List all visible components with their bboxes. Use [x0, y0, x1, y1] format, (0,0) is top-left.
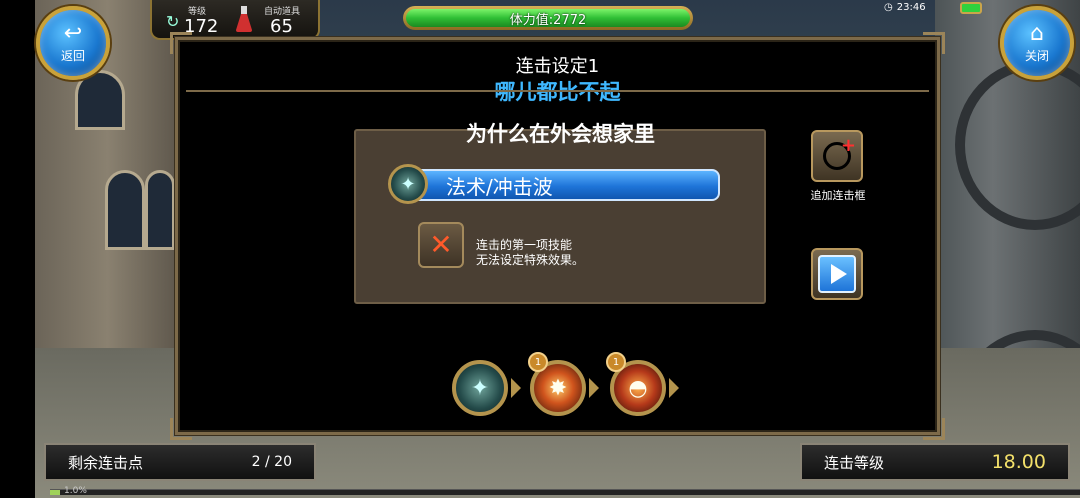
auto-item-value: 65	[270, 16, 293, 37]
chain-badge: 1	[528, 352, 548, 372]
close-button[interactable]: ⌂ 关闭	[1000, 6, 1074, 80]
screen-edge	[0, 0, 35, 498]
close-x-icon: ✕	[429, 228, 453, 261]
remaining-points-label: 剩余连击点	[68, 453, 144, 472]
frame-corner	[923, 32, 945, 54]
clock: ◷ 23:46	[884, 0, 944, 14]
remaining-combo-points: 剩余连击点 2 / 20	[44, 443, 316, 481]
mage-skill-icon: ✦	[388, 164, 428, 204]
building-window	[75, 70, 125, 130]
clock-icon: ◷	[884, 1, 893, 13]
combo-detail-panel	[354, 129, 766, 304]
skill-name-button[interactable]: 法术/冲击波	[410, 169, 720, 201]
chain-slot-mage-skill-icon[interactable]: ✦	[452, 360, 508, 416]
combo-level-box: 连击等级 18.00	[800, 443, 1070, 481]
building-window	[145, 170, 175, 250]
stamina-text: 体力值:2772	[406, 9, 690, 28]
chain-badge: 1	[606, 352, 626, 372]
potion-icon	[236, 6, 252, 32]
skill-selector[interactable]: ✦ 法术/冲击波	[388, 164, 720, 204]
dialog-title: 连击设定1	[515, 56, 600, 77]
frame-corner	[923, 418, 945, 440]
back-button[interactable]: ↩ 返回	[36, 6, 110, 80]
chain-arrow-icon	[589, 378, 599, 398]
first-skill-note: 连击的第一项技能 无法设定特殊效果。	[476, 238, 584, 268]
stone-arch	[955, 60, 1080, 230]
chain-arrow-icon	[511, 378, 521, 398]
play-icon	[818, 255, 856, 293]
stamina-bar: 体力值:2772	[403, 6, 693, 30]
effect-disabled-button[interactable]: ✕	[418, 222, 464, 268]
experience-fill	[50, 490, 61, 495]
experience-bar	[50, 489, 1080, 495]
combo-level-value: 18.00	[991, 451, 1046, 473]
combo-level-label: 连击等级	[824, 453, 885, 472]
frame-corner	[170, 32, 192, 54]
frame-corner	[170, 418, 192, 440]
add-combo-frame-label: 追加连击框	[810, 189, 866, 202]
add-frame-icon: +	[823, 135, 856, 170]
play-preview-button[interactable]	[811, 248, 863, 300]
experience-percent: 1.0%	[64, 486, 87, 496]
note-line-1: 连击的第一项技能	[476, 238, 573, 252]
battery-icon	[960, 2, 982, 14]
remaining-points-value: 2 / 20	[251, 454, 292, 470]
combo-settings-dialog: 连击设定1 哪儿都比不起 为什么在外会想家里 ✦ 法术/冲击波 ✕ 连击的第一项…	[170, 32, 945, 440]
back-button-label: 返回	[60, 48, 85, 63]
clock-text: 23:46	[896, 1, 926, 13]
note-line-2: 无法设定特殊效果。	[476, 253, 585, 267]
title-divider	[186, 90, 929, 92]
building-window	[105, 170, 145, 250]
chain-arrow-icon	[669, 378, 679, 398]
level-icon: ↻	[166, 12, 180, 31]
plus-icon: +	[840, 135, 856, 156]
add-combo-frame-button[interactable]: +	[811, 130, 863, 182]
close-button-label: 关闭	[1024, 48, 1049, 63]
home-icon: ⌂	[1030, 20, 1044, 46]
return-arrow-icon: ↩	[63, 20, 83, 46]
